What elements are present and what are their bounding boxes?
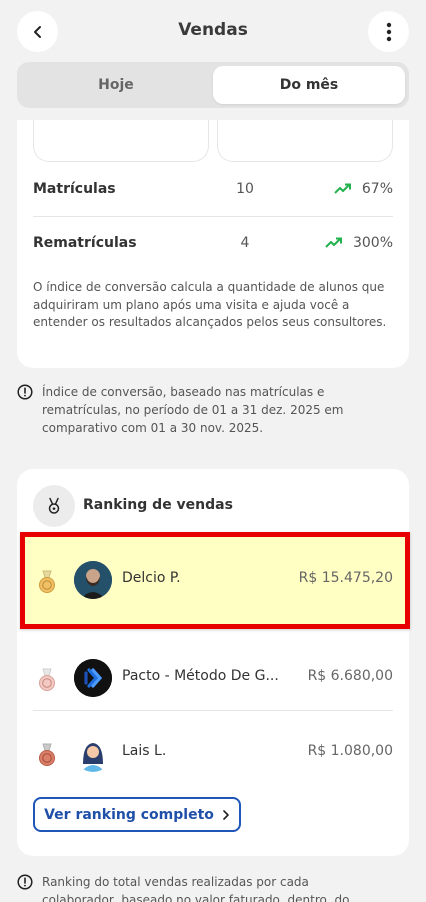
pacto-logo-icon: [74, 659, 112, 697]
gold-medal-icon: [39, 570, 55, 593]
user-avatar-icon: [74, 734, 112, 772]
ranking-item-1[interactable]: Delcio P. R$ 15.475,20: [33, 550, 395, 612]
ranking-card: Ranking de vendas Pacto - Método De G...…: [17, 469, 409, 856]
conversion-explanation: O índice de conversão calcula a quantida…: [33, 280, 387, 329]
ranking-name: Lais L.: [122, 743, 167, 759]
stat-row-rematriculas: Rematrículas 4 300%: [33, 217, 393, 271]
ranking-item-3[interactable]: Lais L. R$ 1.080,00: [33, 723, 393, 785]
ranking-value: R$ 15.475,20: [298, 570, 393, 586]
stat-trend: 300%: [325, 235, 393, 251]
ranking-value: R$ 6.680,00: [307, 668, 393, 684]
user-avatar-icon: [74, 561, 112, 599]
ranking-icon-container: [33, 485, 75, 527]
button-label: Ver ranking completo: [44, 806, 214, 823]
medal-icon: [48, 497, 60, 514]
info-icon: [17, 384, 33, 400]
trend-percent: 67%: [361, 181, 393, 197]
avatar: [74, 561, 112, 599]
conversion-info-note: Índice de conversão, baseado nas matrícu…: [17, 383, 409, 437]
trend-up-icon: [334, 183, 351, 194]
ranking-item-2[interactable]: Pacto - Método De G... R$ 6.680,00: [33, 648, 393, 710]
period-tabs: Hoje Do mês: [17, 62, 409, 108]
tab-do-mes[interactable]: Do mês: [213, 66, 405, 104]
ranking-name: Pacto - Método De G...: [122, 668, 279, 684]
stat-row-matriculas: Matrículas 10 67%: [33, 163, 393, 217]
info-text: Ranking do total vendas realizadas por c…: [42, 875, 350, 902]
conversion-card: Matrículas 10 67% Rematrículas 4 300% O …: [17, 120, 409, 368]
stat-value: 10: [236, 181, 254, 197]
ranking-info-note: Ranking do total vendas realizadas por c…: [17, 873, 409, 902]
tab-hoje[interactable]: Hoje: [21, 66, 211, 104]
trend-percent: 300%: [352, 235, 393, 251]
ranking-name: Delcio P.: [122, 570, 181, 586]
header: Vendas: [0, 0, 426, 62]
ranking-value: R$ 1.080,00: [307, 743, 393, 759]
view-full-ranking-button[interactable]: Ver ranking completo: [33, 797, 241, 832]
highlighted-ranking-item[interactable]: Delcio P. R$ 15.475,20: [20, 532, 410, 629]
stat-value: 4: [240, 235, 250, 251]
divider: [33, 710, 393, 711]
more-options-button[interactable]: [368, 11, 409, 52]
stat-trend: 67%: [334, 181, 393, 197]
trend-up-icon: [325, 237, 342, 248]
more-vertical-icon: [386, 22, 391, 41]
info-icon: [17, 874, 33, 890]
bronze-medal-icon: [39, 743, 55, 766]
stat-label: Matrículas: [33, 181, 116, 197]
stat-label: Rematrículas: [33, 235, 137, 251]
page-title: Vendas: [178, 20, 248, 40]
silver-medal-icon: [39, 668, 55, 691]
avatar: [74, 659, 112, 697]
ranking-title: Ranking de vendas: [83, 497, 233, 513]
summary-box-right: [217, 120, 393, 162]
summary-box-left: [33, 120, 209, 162]
avatar: [74, 734, 112, 772]
chevron-right-icon: [223, 809, 229, 820]
info-text: Índice de conversão, baseado nas matrícu…: [42, 385, 344, 435]
